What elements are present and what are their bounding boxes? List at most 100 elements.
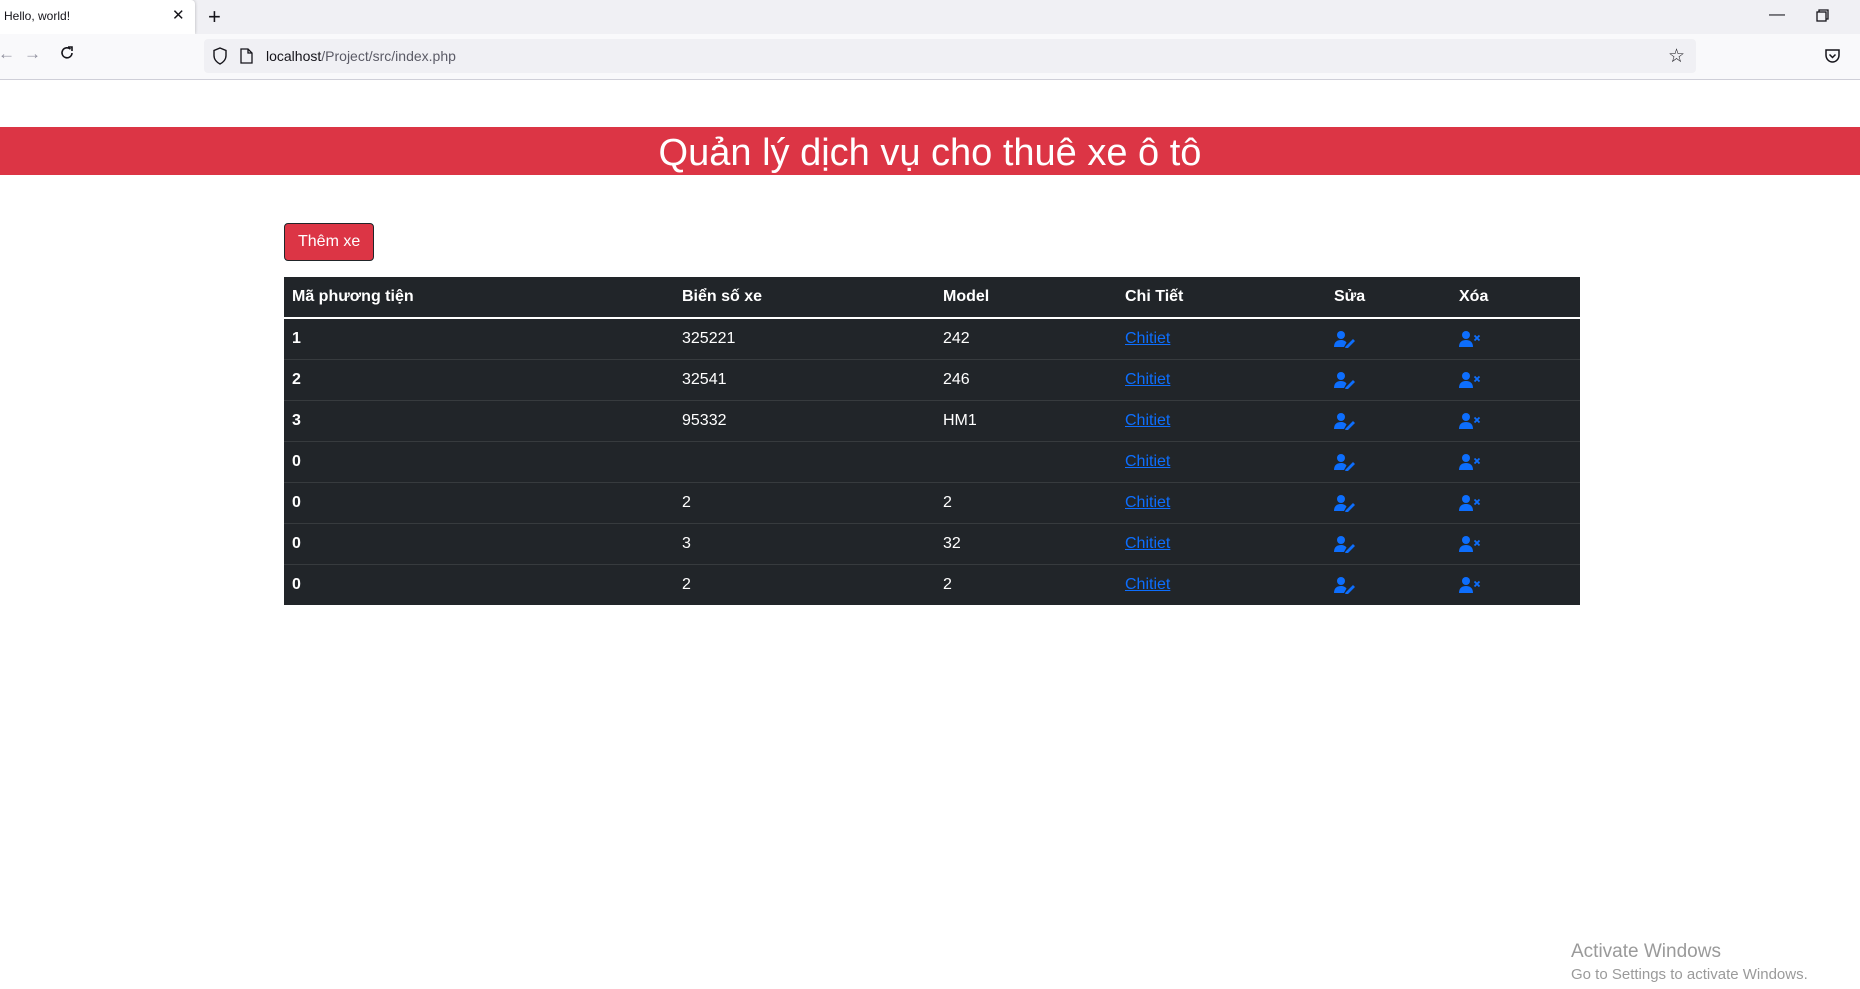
browser-nav-bar: ← → localhost/Project/src/index.php ☆ bbox=[0, 34, 1860, 80]
cell-vehicle-id: 1 bbox=[292, 330, 301, 347]
reload-icon[interactable] bbox=[58, 44, 76, 62]
user-remove-icon[interactable] bbox=[1459, 576, 1481, 594]
cell-detail: Chitiet bbox=[1117, 318, 1326, 360]
header-delete: Xóa bbox=[1451, 277, 1580, 319]
user-edit-icon[interactable] bbox=[1334, 453, 1356, 472]
detail-link[interactable]: Chitiet bbox=[1125, 535, 1170, 552]
activate-windows-title: Activate Windows bbox=[1571, 941, 1721, 962]
cell-detail: Chitiet bbox=[1117, 564, 1326, 605]
user-remove-icon[interactable] bbox=[1459, 453, 1481, 471]
cell-plate bbox=[674, 441, 935, 483]
pocket-icon[interactable] bbox=[1824, 48, 1841, 64]
header-plate: Biển số xe bbox=[674, 277, 935, 319]
cell-model bbox=[935, 441, 1117, 483]
activate-windows-subtitle: Go to Settings to activate Windows. bbox=[1571, 966, 1808, 983]
table-row: 2 32541 246 Chitiet bbox=[284, 359, 1580, 401]
detail-link[interactable]: Chitiet bbox=[1125, 330, 1170, 347]
cell-edit bbox=[1326, 400, 1451, 442]
shield-icon[interactable] bbox=[212, 47, 228, 65]
cell-model: 2 bbox=[935, 482, 1117, 524]
cell-edit bbox=[1326, 318, 1451, 360]
header-vehicle-id: Mã phương tiện bbox=[284, 277, 674, 319]
cell-model: 32 bbox=[935, 523, 1117, 565]
forward-arrow-icon[interactable]: → bbox=[24, 44, 41, 64]
page-title: Quản lý dịch vụ cho thuê xe ô tô bbox=[0, 127, 1860, 175]
cell-vehicle-id: 0 bbox=[284, 482, 674, 524]
table-row: 0 Chitiet bbox=[284, 441, 1580, 483]
cell-vehicle-id: 2 bbox=[284, 359, 674, 401]
url-path: /Project/src/index.php bbox=[321, 48, 456, 64]
header-model: Model bbox=[935, 277, 1117, 319]
table-body: 1 325221 242 Chitiet 2 32541 246 Chitiet 3 95332 H… bbox=[284, 318, 1580, 605]
url-host: localhost bbox=[266, 48, 322, 64]
user-edit-icon[interactable] bbox=[1334, 371, 1356, 390]
cell-model: 242 bbox=[943, 330, 970, 347]
user-edit-icon[interactable] bbox=[1334, 576, 1356, 595]
tab-title: Hello, world! bbox=[4, 9, 71, 23]
user-edit-icon[interactable] bbox=[1334, 494, 1356, 513]
header-detail: Chi Tiết bbox=[1117, 277, 1326, 319]
cell-vehicle-id: 0 bbox=[284, 523, 674, 565]
cell-edit bbox=[1326, 441, 1451, 483]
cell-plate: 3 bbox=[674, 523, 935, 565]
address-bar[interactable]: localhost/Project/src/index.php ☆ bbox=[204, 39, 1696, 73]
cell-delete bbox=[1451, 318, 1580, 360]
cell-detail: Chitiet bbox=[1117, 400, 1326, 442]
window-restore-icon[interactable] bbox=[1816, 9, 1829, 22]
cell-detail: Chitiet bbox=[1117, 482, 1326, 524]
cell-edit bbox=[1326, 359, 1451, 401]
table-row: 1 325221 242 Chitiet bbox=[284, 318, 1580, 360]
browser-tab-strip: Hello, world! ✕ + — bbox=[0, 0, 1860, 34]
user-edit-icon[interactable] bbox=[1334, 535, 1356, 554]
cell-vehicle-id: 0 bbox=[284, 441, 674, 483]
user-remove-icon[interactable] bbox=[1459, 535, 1481, 553]
cell-model: 246 bbox=[935, 359, 1117, 401]
cell-edit bbox=[1326, 482, 1451, 524]
cell-model: HM1 bbox=[935, 400, 1117, 442]
cell-delete bbox=[1451, 441, 1580, 483]
cell-delete bbox=[1451, 400, 1580, 442]
bookmark-star-icon[interactable]: ☆ bbox=[1668, 45, 1685, 68]
user-edit-icon[interactable] bbox=[1334, 412, 1356, 431]
new-tab-icon[interactable]: + bbox=[208, 4, 221, 30]
cell-delete bbox=[1451, 482, 1580, 524]
user-edit-icon[interactable] bbox=[1334, 330, 1356, 349]
cell-model: 2 bbox=[935, 564, 1117, 605]
table-row: 0 3 32 Chitiet bbox=[284, 523, 1580, 565]
url-text[interactable]: localhost/Project/src/index.php bbox=[266, 48, 456, 64]
cell-detail: Chitiet bbox=[1117, 359, 1326, 401]
table-row: 3 95332 HM1 Chitiet bbox=[284, 400, 1580, 442]
cell-plate: 32541 bbox=[674, 359, 935, 401]
table-row: 0 2 2 Chitiet bbox=[284, 482, 1580, 524]
cell-delete bbox=[1451, 564, 1580, 605]
vehicle-table: Mã phương tiện Biển số xe Model Chi Tiết… bbox=[284, 277, 1580, 605]
cell-vehicle-id: 3 bbox=[284, 400, 674, 442]
tab-close-icon[interactable]: ✕ bbox=[172, 7, 185, 25]
page-icon[interactable] bbox=[240, 48, 253, 64]
user-remove-icon[interactable] bbox=[1459, 330, 1481, 348]
table-row: 0 2 2 Chitiet bbox=[284, 564, 1580, 605]
cell-plate: 95332 bbox=[674, 400, 935, 442]
user-remove-icon[interactable] bbox=[1459, 494, 1481, 512]
cell-plate: 2 bbox=[674, 564, 935, 605]
user-remove-icon[interactable] bbox=[1459, 371, 1481, 389]
back-arrow-icon[interactable]: ← bbox=[0, 44, 15, 64]
detail-link[interactable]: Chitiet bbox=[1125, 576, 1170, 593]
cell-delete bbox=[1451, 523, 1580, 565]
cell-edit bbox=[1326, 523, 1451, 565]
detail-link[interactable]: Chitiet bbox=[1125, 412, 1170, 429]
cell-plate: 325221 bbox=[682, 330, 736, 347]
cell-edit bbox=[1326, 564, 1451, 605]
detail-link[interactable]: Chitiet bbox=[1125, 494, 1170, 511]
browser-tab[interactable]: Hello, world! ✕ bbox=[0, 0, 195, 34]
cell-detail: Chitiet bbox=[1117, 523, 1326, 565]
cell-detail: Chitiet bbox=[1117, 441, 1326, 483]
add-vehicle-button[interactable]: Thêm xe bbox=[284, 223, 375, 261]
cell-vehicle-id: 0 bbox=[284, 564, 674, 605]
detail-link[interactable]: Chitiet bbox=[1125, 453, 1170, 470]
user-remove-icon[interactable] bbox=[1459, 412, 1481, 430]
header-edit: Sửa bbox=[1326, 277, 1451, 319]
detail-link[interactable]: Chitiet bbox=[1125, 371, 1170, 388]
window-minimize-icon[interactable]: — bbox=[1769, 6, 1785, 24]
table-header-row: Mã phương tiện Biển số xe Model Chi Tiết… bbox=[284, 277, 1580, 319]
